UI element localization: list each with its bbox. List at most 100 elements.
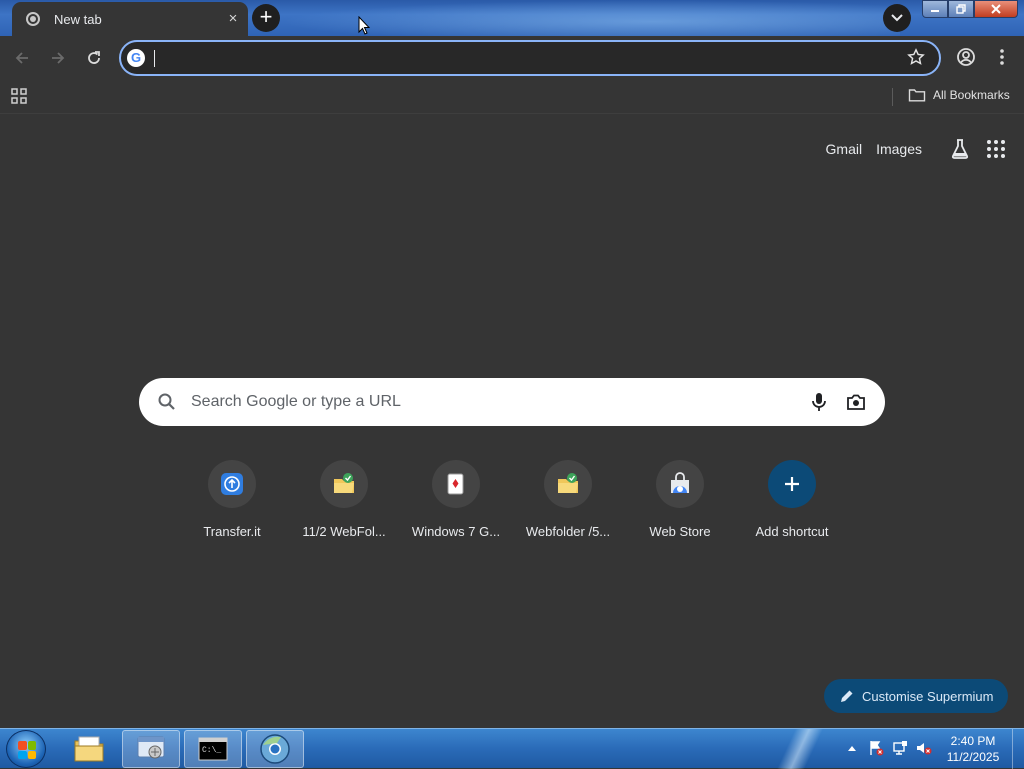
restore-button[interactable] bbox=[948, 0, 974, 18]
back-button[interactable] bbox=[8, 44, 36, 72]
file-explorer-icon bbox=[74, 736, 104, 762]
shortcut-label: Add shortcut bbox=[755, 524, 829, 539]
webstore-icon bbox=[671, 472, 689, 493]
close-icon bbox=[991, 4, 1001, 14]
network-icon[interactable] bbox=[890, 739, 910, 757]
show-hidden-icons-button[interactable] bbox=[842, 739, 862, 757]
account-circle-icon bbox=[957, 48, 975, 66]
apps-grid-icon bbox=[11, 88, 27, 104]
svg-text:C:\_: C:\_ bbox=[202, 746, 221, 755]
labs-button[interactable] bbox=[948, 137, 972, 161]
control-panel-icon bbox=[137, 736, 165, 759]
shortcut-tile bbox=[768, 460, 816, 508]
shortcut-webfolder-1[interactable]: 11/2 WebFol... bbox=[288, 460, 400, 539]
webfolder-icon bbox=[558, 473, 578, 493]
window-controls bbox=[922, 0, 1018, 18]
minimize-icon bbox=[931, 10, 939, 12]
ntp-search-box[interactable]: Search Google or type a URL bbox=[139, 378, 885, 426]
camera-search-icon[interactable] bbox=[845, 391, 867, 413]
shortcuts-grid: Transfer.it 11/2 WebFol... Windows 7 G..… bbox=[176, 460, 848, 550]
webfolder-icon bbox=[334, 473, 354, 493]
shortcut-web-store[interactable]: Web Store bbox=[624, 460, 736, 539]
transfer-icon bbox=[221, 473, 243, 495]
taskbar-command-prompt[interactable]: C:\_ bbox=[184, 730, 242, 768]
address-input[interactable] bbox=[153, 46, 893, 70]
show-desktop-button[interactable] bbox=[1012, 729, 1024, 769]
search-placeholder: Search Google or type a URL bbox=[191, 393, 401, 410]
tab-search-button[interactable] bbox=[883, 4, 911, 32]
shortcut-tile bbox=[320, 460, 368, 508]
shortcut-tile bbox=[656, 460, 704, 508]
reload-icon bbox=[88, 51, 100, 64]
google-apps-button[interactable] bbox=[984, 137, 1008, 161]
windows-logo-icon bbox=[18, 741, 36, 759]
restore-icon bbox=[956, 4, 966, 14]
apps-shortcut-button[interactable] bbox=[10, 87, 28, 110]
command-prompt-icon: C:\_ bbox=[198, 737, 228, 761]
bookmarks-separator bbox=[892, 88, 893, 106]
search-icon bbox=[158, 393, 175, 410]
system-tray bbox=[842, 739, 938, 757]
chevron-up-icon bbox=[848, 746, 856, 751]
microphone-icon[interactable] bbox=[809, 391, 829, 413]
action-center-icon[interactable] bbox=[866, 739, 886, 757]
flask-icon bbox=[951, 139, 969, 159]
taskbar-browser[interactable] bbox=[246, 730, 304, 768]
folder-icon bbox=[908, 89, 926, 102]
address-bar[interactable]: G bbox=[119, 40, 941, 76]
more-vert-icon bbox=[1000, 49, 1004, 65]
taskbar-explorer[interactable] bbox=[60, 730, 118, 768]
minimize-button[interactable] bbox=[922, 0, 948, 18]
gmail-link[interactable]: Gmail bbox=[826, 141, 863, 157]
clock-date: 11/2/2025 bbox=[946, 750, 1000, 764]
title-bar: New tab × + bbox=[0, 0, 1024, 36]
shortcut-label: Web Store bbox=[649, 524, 711, 539]
google-apps-grid-icon bbox=[987, 140, 1005, 158]
shortcut-label: 11/2 WebFol... bbox=[302, 524, 386, 539]
google-logo-icon: G bbox=[127, 49, 145, 67]
profile-button[interactable] bbox=[954, 45, 978, 74]
shortcut-transfer-it[interactable]: Transfer.it bbox=[176, 460, 288, 539]
back-arrow-icon bbox=[15, 52, 28, 64]
chevron-down-icon bbox=[891, 14, 903, 22]
shortcut-label: Transfer.it bbox=[203, 524, 261, 539]
browser-menu-button[interactable] bbox=[994, 45, 1010, 74]
tab-new-tab[interactable]: New tab × bbox=[12, 2, 248, 36]
plus-icon bbox=[785, 477, 799, 491]
title-bar-background bbox=[280, 0, 900, 36]
add-shortcut-button[interactable]: Add shortcut bbox=[736, 460, 848, 539]
text-caret bbox=[154, 50, 155, 67]
clock-time: 2:40 PM bbox=[950, 734, 996, 748]
shortcut-tile bbox=[432, 460, 480, 508]
shortcut-label: Windows 7 G... bbox=[411, 524, 501, 539]
all-bookmarks-button[interactable]: All Bookmarks bbox=[908, 87, 1010, 103]
supermium-browser-icon bbox=[260, 734, 290, 764]
reload-button[interactable] bbox=[80, 44, 108, 72]
taskbar-clock[interactable]: 2:40 PM 11/2/2025 bbox=[940, 733, 1006, 765]
speaker-muted-icon bbox=[917, 743, 932, 755]
browser-toolbar: G bbox=[0, 36, 1024, 80]
taskbar-control-panel[interactable] bbox=[122, 730, 180, 768]
customise-button[interactable]: Customise Supermium bbox=[824, 679, 1008, 713]
forward-button[interactable] bbox=[44, 44, 72, 72]
bookmark-star-icon[interactable] bbox=[907, 48, 925, 66]
tab-close-icon[interactable]: × bbox=[224, 10, 242, 28]
all-bookmarks-label: All Bookmarks bbox=[933, 88, 1010, 102]
close-window-button[interactable] bbox=[974, 0, 1018, 18]
start-button[interactable] bbox=[6, 730, 46, 768]
customise-label: Customise Supermium bbox=[862, 688, 994, 704]
pencil-icon bbox=[841, 690, 853, 702]
shortcut-windows-7-games[interactable]: Windows 7 G... bbox=[400, 460, 512, 539]
windows-taskbar: C:\_ 2:40 PM 11/2/2025 bbox=[0, 728, 1024, 769]
shortcut-tile bbox=[544, 460, 592, 508]
shortcut-tile bbox=[208, 460, 256, 508]
images-link[interactable]: Images bbox=[876, 141, 922, 157]
ntp-top-links: Gmail Images bbox=[826, 137, 1008, 161]
network-monitor-icon bbox=[893, 741, 907, 755]
shortcut-webfolder-2[interactable]: Webfolder /5... bbox=[512, 460, 624, 539]
flag-warning-icon bbox=[870, 741, 884, 756]
shortcut-label: Webfolder /5... bbox=[525, 524, 611, 539]
bookmarks-bar: All Bookmarks bbox=[0, 80, 1024, 114]
volume-icon[interactable] bbox=[914, 739, 934, 757]
new-tab-button[interactable]: + bbox=[252, 4, 280, 32]
